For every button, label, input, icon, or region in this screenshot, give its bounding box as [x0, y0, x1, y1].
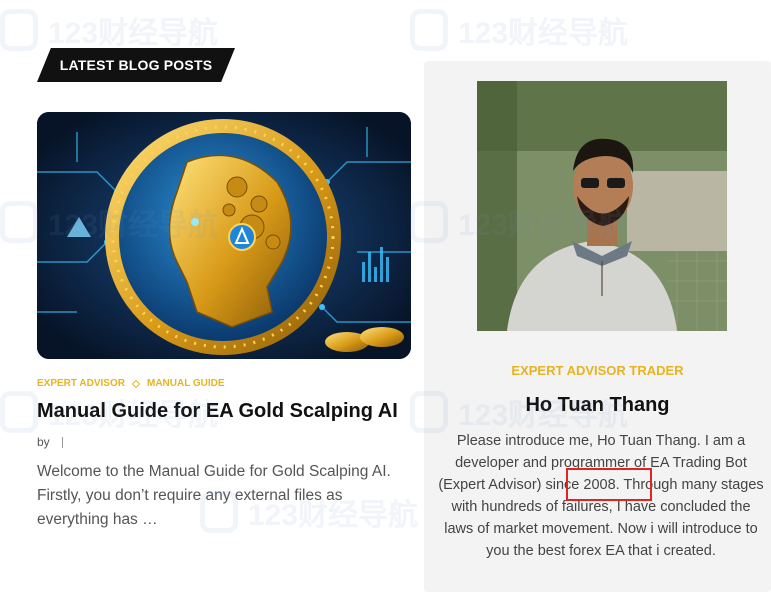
author-card: EXPERT ADVISOR TRADER Ho Tuan Thang Plea… [424, 61, 771, 592]
author-photo [477, 81, 727, 331]
diamond-separator-icon [131, 379, 141, 388]
watermark: 123财经导航 [0, 8, 218, 52]
author-name[interactable]: Ho Tuan Thang [424, 394, 771, 417]
watermark-logo-icon [0, 391, 38, 433]
section-heading-label: LATEST BLOG POSTS [59, 57, 213, 73]
watermark: 123财经导航 [410, 8, 628, 52]
post-excerpt: Welcome to the Manual Guide for Gold Sca… [37, 463, 391, 528]
post-meta: by [37, 435, 63, 449]
post-thumbnail[interactable] [37, 112, 411, 359]
post-categories: EXPERT ADVISOR MANUAL GUIDE [37, 378, 225, 389]
author-role: EXPERT ADVISOR TRADER [511, 363, 684, 378]
category-link[interactable]: EXPERT ADVISOR [37, 378, 125, 389]
category-link[interactable]: MANUAL GUIDE [147, 378, 225, 389]
watermark-logo-icon [0, 9, 38, 51]
section-heading: LATEST BLOG POSTS [37, 48, 235, 82]
watermark-logo-icon [410, 9, 448, 51]
ai-coin-illustration [37, 112, 411, 359]
meta-divider [61, 436, 63, 448]
post-title[interactable]: Manual Guide for EA Gold Scalping AI [37, 400, 398, 423]
byline: by [37, 435, 50, 449]
watermark-logo-icon [0, 201, 38, 243]
author-portrait [477, 81, 727, 331]
red-highlight-box [566, 468, 652, 501]
